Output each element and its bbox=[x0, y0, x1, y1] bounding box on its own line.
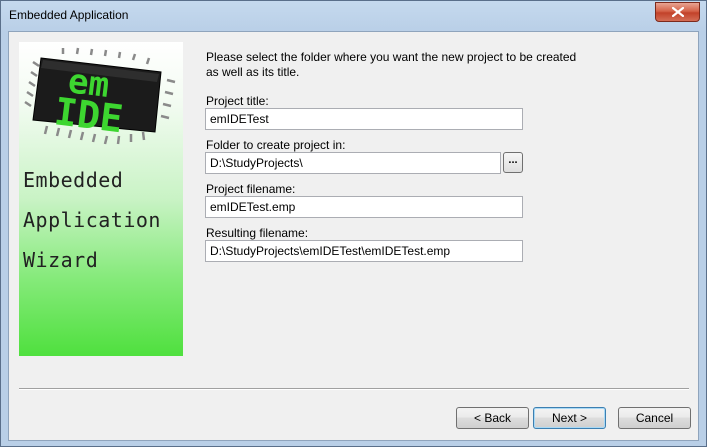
logo-text-ide: IDE bbox=[52, 89, 125, 141]
emide-chip-logo: em IDE bbox=[23, 46, 179, 149]
wizard-banner: em IDE Embedded Application Wizard bbox=[19, 42, 183, 356]
window-title: Embedded Application bbox=[9, 8, 129, 22]
resulting-filename-field: D:\StudyProjects\emIDETest\emIDETest.emp bbox=[205, 240, 523, 262]
project-title-input[interactable]: emIDETest bbox=[205, 108, 523, 130]
back-button[interactable]: < Back bbox=[456, 407, 529, 429]
close-button[interactable] bbox=[655, 2, 700, 22]
title-bar[interactable]: Embedded Application bbox=[1, 1, 706, 31]
wizard-caption-line3: Wizard bbox=[23, 248, 99, 272]
folder-label: Folder to create project in: bbox=[206, 138, 346, 152]
wizard-window: Embedded Application em IDE Embedded App… bbox=[0, 0, 707, 447]
wizard-caption-line2: Application bbox=[23, 208, 161, 232]
wizard-caption: Embedded Application Wizard bbox=[23, 150, 161, 290]
wizard-client-area: em IDE Embedded Application Wizard Pleas… bbox=[8, 31, 699, 441]
wizard-caption-line1: Embedded bbox=[23, 168, 124, 192]
browse-folder-button[interactable]: ... bbox=[503, 152, 523, 173]
project-filename-input[interactable]: emIDETest.emp bbox=[205, 196, 523, 218]
folder-input[interactable]: D:\StudyProjects\ bbox=[205, 152, 501, 174]
cancel-button[interactable]: Cancel bbox=[618, 407, 691, 429]
instructions-text: Please select the folder where you want … bbox=[206, 50, 577, 79]
resulting-filename-label: Resulting filename: bbox=[206, 226, 309, 240]
button-separator bbox=[19, 388, 689, 390]
project-filename-label: Project filename: bbox=[206, 182, 296, 196]
project-title-label: Project title: bbox=[206, 94, 269, 108]
close-icon bbox=[671, 7, 684, 17]
next-button[interactable]: Next > bbox=[533, 407, 606, 429]
